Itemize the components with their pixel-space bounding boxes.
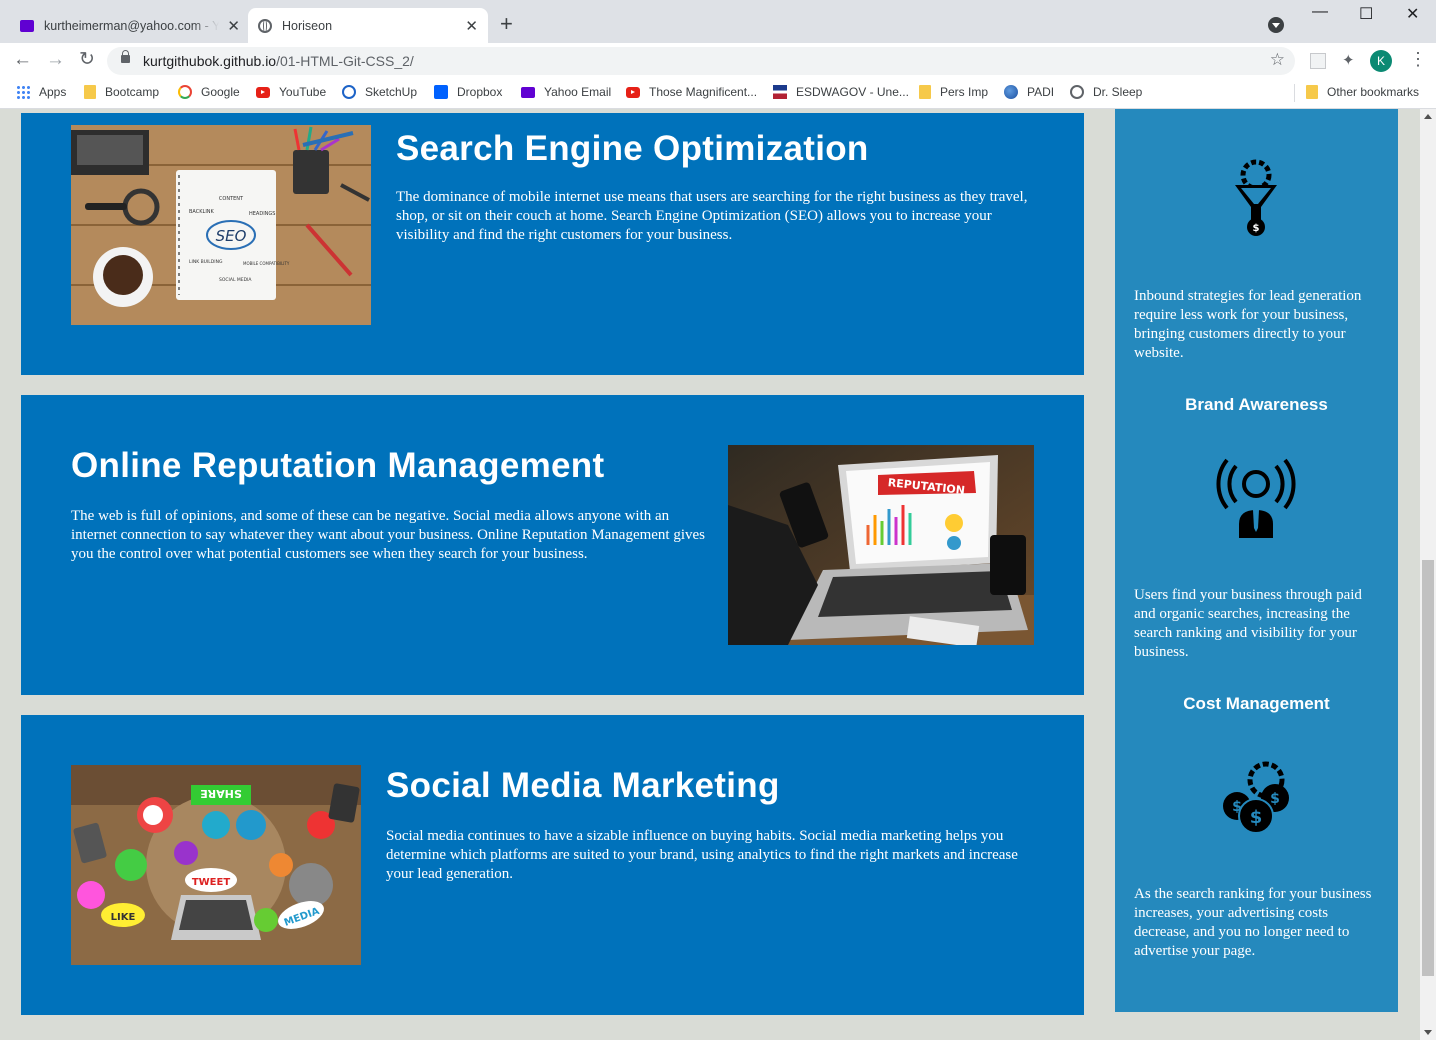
profile-avatar[interactable]: K: [1370, 50, 1392, 72]
orm-paragraph: The web is full of opinions, and some of…: [71, 508, 706, 562]
page-viewport: SEO CONTENT BACKLINK HEADINGS LINK BUILD…: [0, 109, 1420, 1040]
smm-heading: Social Media Marketing: [386, 766, 780, 805]
forward-button[interactable]: →: [46, 50, 65, 70]
tab-search-icon[interactable]: [1268, 17, 1284, 33]
url-text[interactable]: kurtgithubok.github.io/01-HTML-Git-CSS_2…: [143, 53, 414, 69]
orm-heading: Online Reputation Management: [71, 446, 605, 485]
minimize-button[interactable]: —: [1312, 3, 1328, 21]
reload-button[interactable]: ↻: [79, 50, 95, 70]
lock-icon[interactable]: [121, 50, 130, 63]
svg-text:SOCIAL MEDIA: SOCIAL MEDIA: [219, 277, 252, 283]
bookmarks-bar: Apps Bootcamp Google YouTube SketchUp Dr…: [0, 79, 1436, 109]
folder-icon: [919, 85, 931, 99]
tab-horiseon[interactable]: Horiseon ✕: [248, 8, 488, 43]
online-reputation-section: Online Reputation Management The web is …: [21, 395, 1084, 695]
extension-icon[interactable]: [1310, 53, 1326, 69]
svg-text:$: $: [1253, 223, 1260, 234]
extensions-puzzle-icon[interactable]: ✦: [1342, 51, 1355, 69]
menu-kebab-icon[interactable]: ⋮: [1409, 49, 1427, 70]
bookmark-esdwagov[interactable]: ESDWAGOV - Une...: [773, 85, 909, 99]
svg-text:BACKLINK: BACKLINK: [189, 209, 215, 215]
apps-grid-icon: [16, 85, 30, 99]
lead-generation-funnel-icon: $: [1211, 155, 1301, 245]
lead-generation-text: Inbound strategies for lead generation r…: [1134, 288, 1362, 361]
social-media-image: SHARE TWEET LIKE MEDIA: [71, 765, 361, 965]
svg-text:$: $: [1232, 799, 1242, 815]
bookmark-google[interactable]: Google: [178, 85, 240, 99]
bookmark-those-magnificent[interactable]: Those Magnificent...: [626, 85, 757, 99]
close-tab-icon[interactable]: ✕: [465, 17, 478, 35]
svg-text:$: $: [1250, 807, 1263, 828]
brand-awareness-heading: Brand Awareness: [1185, 395, 1328, 414]
bookmark-apps[interactable]: Apps: [16, 85, 66, 99]
scroll-up-arrow-icon[interactable]: [1424, 114, 1432, 119]
scrollbar-thumb[interactable]: [1422, 560, 1434, 976]
bookmark-dropbox[interactable]: Dropbox: [434, 85, 502, 99]
like-label: LIKE: [111, 912, 136, 923]
smm-paragraph: Social media continues to have a sizable…: [386, 828, 1018, 882]
folder-icon: [1306, 85, 1318, 99]
bookmark-youtube[interactable]: YouTube: [256, 85, 326, 99]
bookmarks-separator: [1294, 84, 1295, 102]
address-bar[interactable]: kurtgithubok.github.io/01-HTML-Git-CSS_2…: [107, 47, 1295, 75]
seo-section: SEO CONTENT BACKLINK HEADINGS LINK BUILD…: [21, 113, 1084, 375]
tweet-label: TWEET: [192, 877, 231, 888]
bookmark-star-icon[interactable]: ☆: [1270, 50, 1285, 70]
maximize-button[interactable]: ☐: [1359, 4, 1373, 24]
yahoo-mail-icon: [20, 19, 34, 32]
bookmark-yahoo-email[interactable]: Yahoo Email: [521, 85, 611, 99]
svg-text:MOBILE COMPATIBILITY: MOBILE COMPATIBILITY: [243, 261, 290, 266]
tab-title: kurtheimerman@yahoo.com - Yahoo Mail: [44, 18, 220, 33]
brand-awareness-broadcast-icon: [1211, 454, 1301, 544]
flag-icon: [773, 85, 787, 99]
back-button[interactable]: ←: [13, 50, 32, 70]
yahoo-icon: [521, 86, 535, 98]
tab-title: Horiseon: [282, 18, 333, 33]
social-media-marketing-section: SHARE TWEET LIKE MEDIA Social Media Mark…: [21, 715, 1084, 1015]
seo-image-label: SEO: [216, 227, 247, 245]
benefits-sidebar: $ Inbound strategies for lead generation…: [1115, 109, 1398, 1012]
new-tab-button[interactable]: +: [500, 13, 513, 35]
svg-text:$: $: [1270, 791, 1280, 807]
svg-text:HEADINGS: HEADINGS: [249, 211, 275, 217]
browser-tab-strip: kurtheimerman@yahoo.com - Yahoo Mail ✕ H…: [0, 0, 1436, 43]
cost-management-coins-icon: $ $ $: [1211, 754, 1301, 844]
bookmark-sketchup[interactable]: SketchUp: [342, 85, 417, 99]
seo-heading: Search Engine Optimization: [396, 129, 869, 168]
bookmark-padi[interactable]: PADI: [1004, 85, 1054, 99]
cost-management-text: As the search ranking for your business …: [1134, 886, 1372, 959]
seo-image: SEO CONTENT BACKLINK HEADINGS LINK BUILD…: [71, 125, 371, 325]
google-icon: [178, 85, 192, 99]
tab-yahoo-mail[interactable]: kurtheimerman@yahoo.com - Yahoo Mail ✕: [10, 8, 250, 43]
sketchup-icon: [342, 85, 356, 99]
svg-text:CONTENT: CONTENT: [219, 196, 244, 202]
bookmark-pers-imp[interactable]: Pers Imp: [919, 85, 988, 99]
earth-icon: [1004, 85, 1018, 99]
close-window-button[interactable]: ✕: [1406, 4, 1419, 24]
bookmark-dr-sleep[interactable]: Dr. Sleep: [1070, 85, 1142, 99]
share-label: SHARE: [200, 787, 242, 800]
reputation-image: REPUTATION: [728, 445, 1034, 645]
seo-paragraph: The dominance of mobile internet use mea…: [396, 189, 1028, 243]
cost-management-heading: Cost Management: [1183, 694, 1330, 713]
dropbox-icon: [434, 85, 448, 99]
brand-awareness-text: Users find your business through paid an…: [1134, 587, 1362, 660]
globe-icon: [258, 18, 272, 33]
other-bookmarks[interactable]: Other bookmarks: [1306, 85, 1419, 99]
bookmark-bootcamp[interactable]: Bootcamp: [84, 85, 159, 99]
scroll-down-arrow-icon[interactable]: [1424, 1030, 1432, 1035]
site-icon: [1070, 85, 1084, 99]
close-tab-icon[interactable]: ✕: [227, 17, 240, 35]
vertical-scrollbar[interactable]: [1420, 109, 1436, 1040]
youtube-icon: [256, 86, 270, 98]
browser-toolbar: ← → ↻ kurtgithubok.github.io/01-HTML-Git…: [0, 43, 1436, 79]
youtube-icon: [626, 86, 640, 98]
svg-text:LINK BUILDING: LINK BUILDING: [189, 259, 223, 265]
folder-icon: [84, 85, 96, 99]
